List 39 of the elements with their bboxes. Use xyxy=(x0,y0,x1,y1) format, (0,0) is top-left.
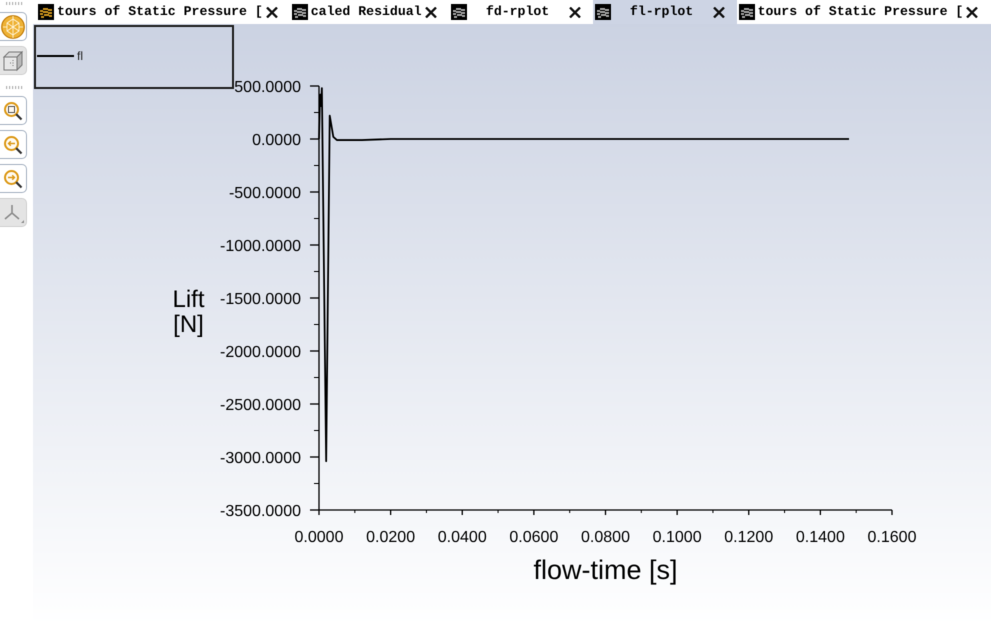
x-tick-label: 0.1400 xyxy=(796,529,845,546)
close-icon[interactable] xyxy=(568,6,581,18)
x-tick-label: 0.0400 xyxy=(438,529,487,546)
y-tick-label: -500.0000 xyxy=(228,185,301,202)
close-icon[interactable] xyxy=(424,6,437,18)
tab[interactable]: fl-rplot xyxy=(592,0,737,24)
close-icon[interactable] xyxy=(266,6,278,18)
sphere-icon xyxy=(1,14,25,38)
toolbar-grip-icon[interactable] xyxy=(5,2,23,5)
y-tick-label: -1500.0000 xyxy=(220,291,301,308)
x-tick-label: 0.1200 xyxy=(724,529,774,546)
y-tick-label: -1000.0000 xyxy=(220,238,301,255)
zoom-area-button[interactable] xyxy=(0,96,27,125)
legend-label: fl xyxy=(77,49,83,63)
axes-icon xyxy=(2,202,24,222)
y-tick-label: -3500.0000 xyxy=(220,503,301,520)
zoom-square-icon xyxy=(3,100,23,120)
y-tick-label: 500.0000 xyxy=(234,79,301,96)
x-tick-label: 0.1000 xyxy=(652,529,702,546)
x-tick-label: 0.0200 xyxy=(366,529,416,546)
close-icon[interactable] xyxy=(712,6,725,18)
y-tick-label: -3000.0000 xyxy=(220,450,301,467)
zoom-forward-button[interactable] xyxy=(0,164,27,193)
cube-icon xyxy=(2,50,24,72)
x-tick-label: 0.1600 xyxy=(868,529,916,546)
zoom-left-arrow-icon xyxy=(3,134,23,154)
x-tick-label: 0.0800 xyxy=(581,529,630,546)
y-axis-title: Lift [N] xyxy=(172,286,204,338)
toolbar-grip-icon[interactable] xyxy=(5,86,23,89)
y-tick-label: -2000.0000 xyxy=(220,344,301,361)
y-tick-label: -2500.0000 xyxy=(220,397,301,414)
x-tick-label: 0.0600 xyxy=(509,529,558,546)
zoom-back-button[interactable] xyxy=(0,130,27,159)
x-tick-label: 0.0000 xyxy=(294,529,344,546)
fit-view-button[interactable] xyxy=(0,12,27,41)
y-tick-label: 0.0000 xyxy=(252,132,301,149)
close-icon[interactable] xyxy=(966,6,978,18)
zoom-right-arrow-icon xyxy=(3,168,23,188)
x-axis-title: flow-time [s] xyxy=(533,555,678,585)
